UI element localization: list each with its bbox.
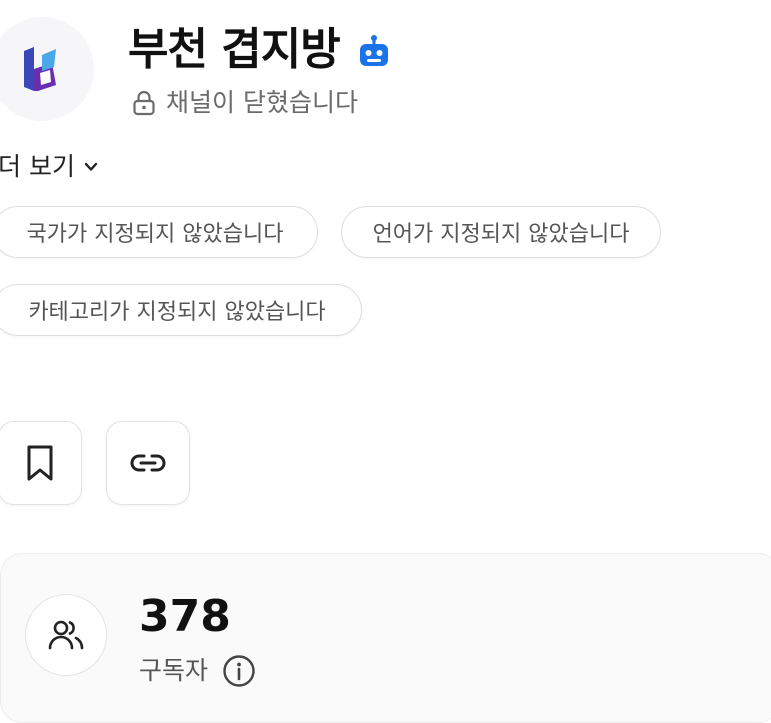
link-icon [130,454,166,472]
subscriber-count: 378 [139,591,231,642]
more-toggle[interactable]: 더 보기 [0,150,99,184]
channel-status: 채널이 닫혔습니다 [132,86,358,120]
channel-status-text: 채널이 닫혔습니다 [166,88,358,117]
info-icon[interactable] [222,654,256,688]
tag-label: 카테고리가 지정되지 않았습니다 [28,300,326,325]
channel-title: 부천 겹지방 [128,22,392,78]
channel-logo[interactable] [0,17,94,121]
tag-label: 국가가 지정되지 않았습니다 [26,222,284,247]
more-label: 더 보기 [0,152,75,181]
chevron-down-icon [84,162,98,171]
tag-language[interactable]: 언어가 지정되지 않았습니다 [341,206,661,258]
bot-icon [356,34,392,70]
subscriber-card: 378 구독자 [0,553,771,723]
channel-logo-icon [24,47,56,91]
bookmark-button[interactable] [0,421,82,505]
subscriber-label: 구독자 [139,656,209,685]
users-icon-container [25,594,107,676]
tag-label: 언어가 지정되지 않았습니다 [372,222,630,247]
tag-category[interactable]: 카테고리가 지정되지 않았습니다 [0,284,362,336]
lock-icon [133,90,155,116]
subscriber-label-row: 구독자 [139,654,256,688]
copy-link-button[interactable] [106,421,190,505]
bookmark-icon [27,445,53,481]
channel-name: 부천 겹지방 [128,24,341,75]
tag-country[interactable]: 국가가 지정되지 않았습니다 [0,206,318,258]
users-icon [48,620,84,650]
